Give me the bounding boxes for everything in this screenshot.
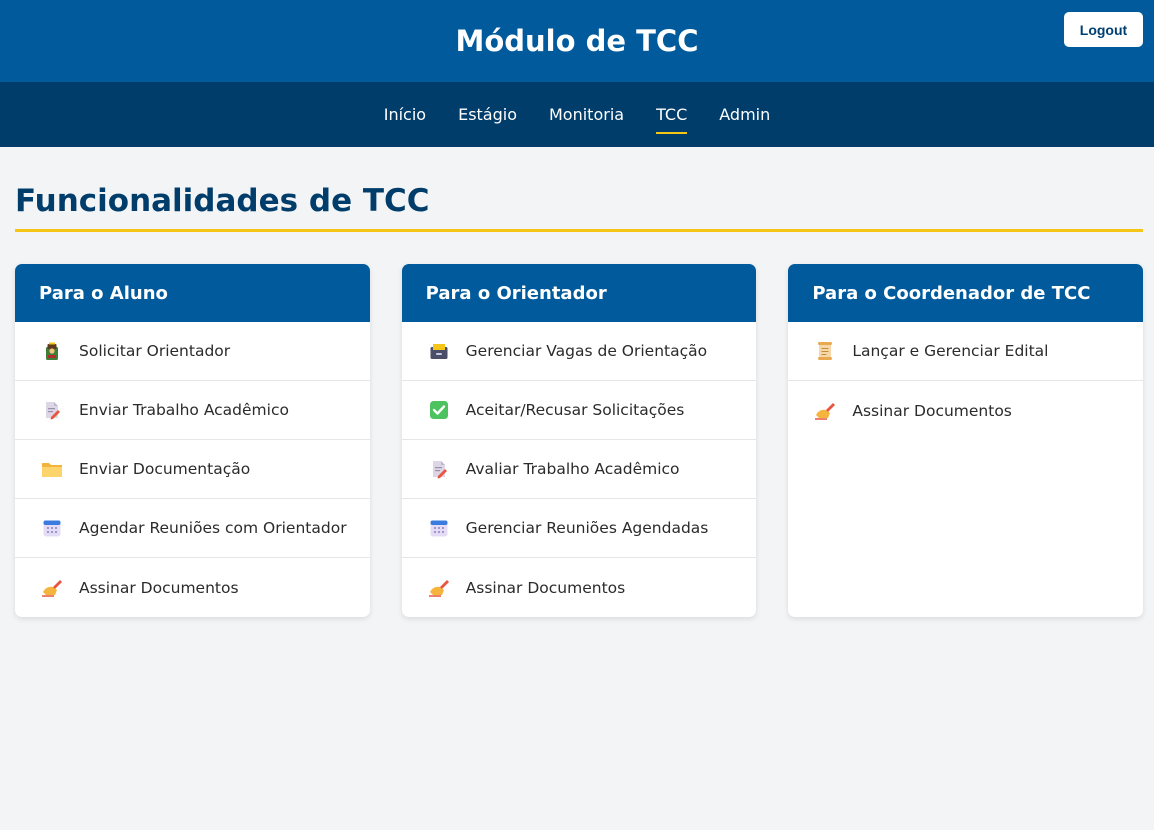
card-list-orientador: Gerenciar Vagas de Orientação Aceitar/Re… (401, 322, 757, 617)
list-item-aceitar-recusar[interactable]: Aceitar/Recusar Solicitações (401, 381, 757, 440)
list-item-lancar-edital[interactable]: Lançar e Gerenciar Edital (788, 322, 1144, 381)
writing-hand-icon (41, 577, 63, 599)
card-header-coordenador: Para o Coordenador de TCC (788, 264, 1144, 322)
nav-item-inicio[interactable]: Início (384, 97, 426, 132)
card-grid: Para o Aluno Solicitar Orientador Enviar… (15, 264, 1144, 617)
list-item-label: Avaliar Trabalho Acadêmico (465, 460, 680, 478)
card-orientador: Para o Orientador Gerenciar Vagas de Ori… (401, 264, 757, 617)
nav-item-estagio[interactable]: Estágio (458, 97, 517, 132)
card-list-coordenador: Lançar e Gerenciar Edital Assinar Docume… (788, 322, 1144, 440)
list-item-agendar-reunioes[interactable]: Agendar Reuniões com Orientador (15, 499, 370, 558)
list-item-enviar-trabalho[interactable]: Enviar Trabalho Acadêmico (15, 381, 370, 440)
list-item-label: Assinar Documentos (79, 578, 239, 597)
calendar-icon (428, 517, 450, 539)
writing-hand-icon (428, 577, 450, 599)
nav-item-tcc[interactable]: TCC (656, 97, 688, 134)
list-item-solicitar-orientador[interactable]: Solicitar Orientador (15, 322, 370, 381)
nav-item-admin[interactable]: Admin (719, 97, 770, 132)
card-header-orientador: Para o Orientador (401, 264, 757, 322)
app-title: Módulo de TCC (455, 24, 699, 58)
card-header-aluno: Para o Aluno (15, 264, 370, 322)
list-item-label: Agendar Reuniões com Orientador (79, 519, 347, 537)
card-coordenador: Para o Coordenador de TCC Lançar e Geren… (788, 264, 1144, 617)
card-index-box-icon (428, 340, 450, 362)
folder-icon (41, 458, 63, 480)
logout-button[interactable]: Logout (1064, 12, 1143, 47)
list-item-label: Enviar Trabalho Acadêmico (79, 401, 289, 419)
list-item-label: Gerenciar Reuniões Agendadas (465, 519, 709, 537)
student-icon (41, 340, 63, 362)
list-item-assinar-documentos[interactable]: Assinar Documentos (402, 558, 757, 617)
list-item-assinar-documentos[interactable]: Assinar Documentos (15, 558, 370, 617)
calendar-icon (41, 517, 63, 539)
card-list-aluno: Solicitar Orientador Enviar Trabalho Aca… (15, 322, 370, 617)
top-header: Módulo de TCC Logout (0, 0, 1154, 82)
list-item-label: Assinar Documentos (852, 401, 1012, 420)
list-item-label: Assinar Documentos (465, 578, 626, 597)
document-edit-icon (41, 399, 63, 421)
list-item-gerenciar-reunioes[interactable]: Gerenciar Reuniões Agendadas (401, 499, 757, 558)
list-item-label: Gerenciar Vagas de Orientação (465, 342, 708, 360)
scroll-icon (814, 340, 836, 362)
card-aluno: Para o Aluno Solicitar Orientador Enviar… (15, 264, 370, 617)
list-item-gerenciar-vagas[interactable]: Gerenciar Vagas de Orientação (401, 322, 757, 381)
nav-item-monitoria[interactable]: Monitoria (549, 97, 624, 132)
main-nav: Início Estágio Monitoria TCC Admin (0, 82, 1154, 147)
list-item-label: Lançar e Gerenciar Edital (852, 342, 1049, 360)
main-content: Funcionalidades de TCC Para o Aluno Soli… (0, 147, 1154, 617)
list-item-label: Enviar Documentação (79, 460, 251, 478)
list-item-label: Aceitar/Recusar Solicitações (465, 401, 685, 419)
check-mark-icon (428, 399, 450, 421)
list-item-enviar-documentacao[interactable]: Enviar Documentação (15, 440, 370, 499)
list-item-avaliar-trabalho[interactable]: Avaliar Trabalho Acadêmico (401, 440, 757, 499)
document-edit-icon (428, 458, 450, 480)
list-item-assinar-documentos[interactable]: Assinar Documentos (788, 381, 1143, 440)
page-title: Funcionalidades de TCC (15, 183, 1143, 232)
list-item-label: Solicitar Orientador (79, 342, 231, 360)
writing-hand-icon (814, 400, 836, 422)
